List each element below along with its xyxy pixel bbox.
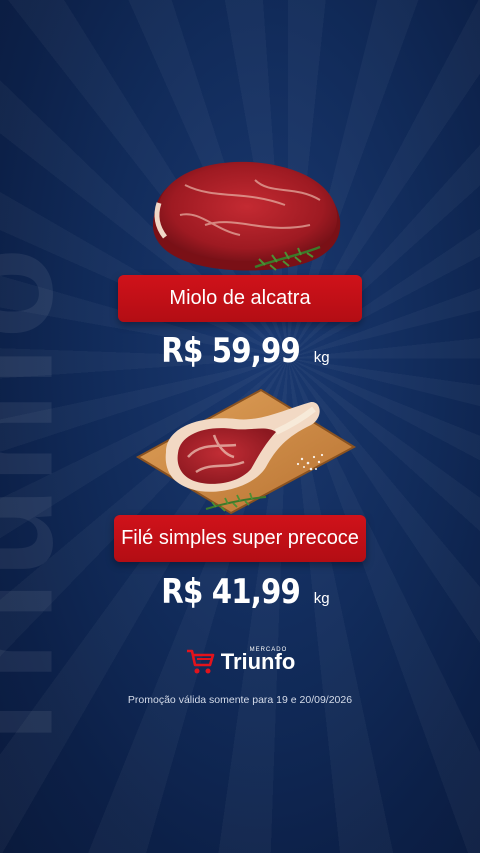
product-price: R$ 41,99 kg	[0, 572, 480, 612]
brand-text: MERCADO Triunfo	[221, 647, 296, 675]
product-name-label: Miolo de alcatra	[118, 275, 362, 322]
product-name-text: Filé simples super precoce	[121, 527, 359, 549]
product-name-label: Filé simples super precoce	[114, 515, 366, 562]
price-amount: R$ 41,99	[161, 572, 302, 612]
product-price: R$ 59,99 kg	[0, 331, 480, 371]
brand-logo: MERCADO Triunfo	[0, 647, 480, 676]
brand-small-text: MERCADO	[249, 647, 288, 653]
price-unit: kg	[313, 590, 330, 607]
price-unit: kg	[313, 349, 330, 366]
promotion-note: Promoção válida somente para 19 e 20/09/…	[127, 694, 353, 706]
ribeye-board-image	[135, 388, 357, 515]
product-name-text: Miolo de alcatra	[169, 287, 311, 309]
alcatra-steak-image	[153, 161, 341, 271]
shopping-cart-icon	[186, 649, 215, 674]
price-amount: R$ 59,99	[161, 331, 302, 371]
background-watermark: Triunfo	[0, 245, 84, 768]
